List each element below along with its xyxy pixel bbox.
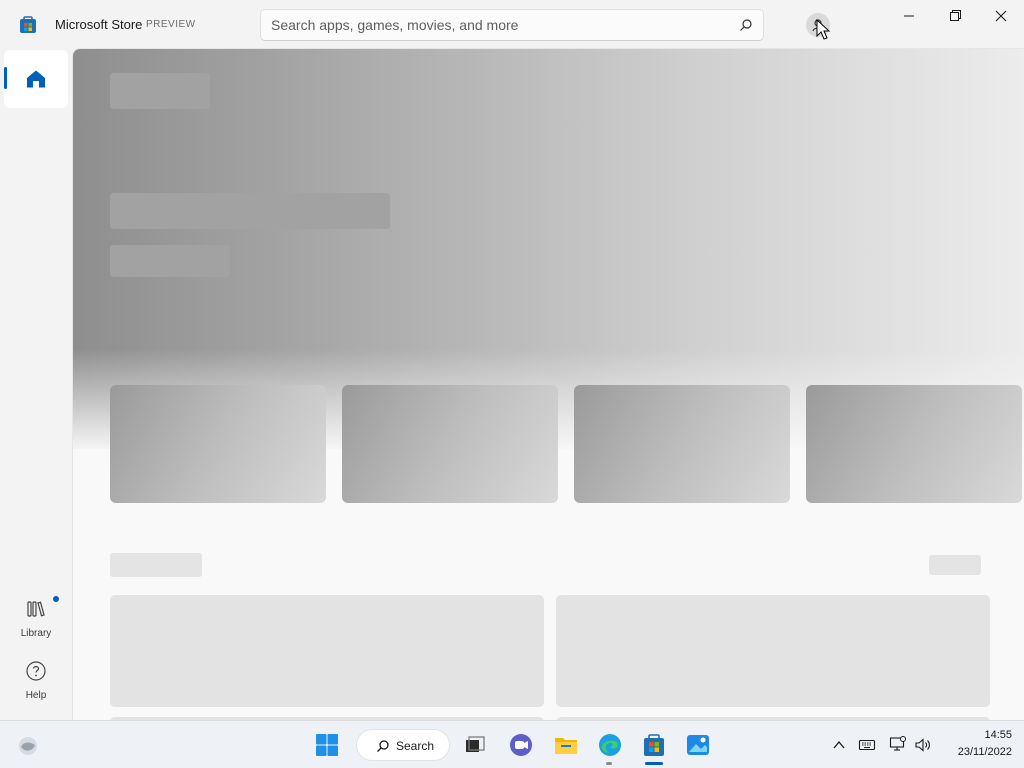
- sidebar: Library Help: [0, 48, 72, 720]
- close-button[interactable]: [978, 0, 1024, 32]
- app-tile-placeholder: [556, 595, 990, 707]
- edge-icon[interactable]: [596, 731, 624, 759]
- clock-time[interactable]: 14:55: [940, 729, 1012, 741]
- taskbar: Search 14:55 23/11/2022: [0, 720, 1024, 768]
- search-icon[interactable]: [739, 18, 753, 32]
- chat-icon[interactable]: [507, 731, 535, 759]
- featured-card-placeholder: [342, 385, 558, 503]
- search-input[interactable]: [271, 10, 731, 40]
- featured-card-placeholder: [110, 385, 326, 503]
- keyboard-icon[interactable]: [858, 737, 876, 753]
- mouse-cursor-icon: [816, 18, 831, 40]
- taskbar-search-button[interactable]: Search: [356, 729, 450, 761]
- main-content: [72, 48, 1024, 720]
- restore-button[interactable]: [932, 0, 978, 32]
- title-bar: Microsoft Store PREVIEW: [0, 0, 1024, 48]
- running-indicator: [606, 762, 612, 765]
- clock-date[interactable]: 23/11/2022: [930, 746, 1012, 758]
- network-icon[interactable]: [889, 735, 907, 753]
- store-logo-icon: [20, 16, 36, 33]
- restore-icon: [950, 10, 961, 21]
- app-tile-placeholder: [110, 595, 544, 707]
- hero-title-placeholder: [110, 193, 390, 229]
- file-explorer-icon[interactable]: [552, 731, 580, 759]
- notification-dot: [53, 596, 59, 602]
- preview-badge: PREVIEW: [146, 19, 196, 30]
- active-indicator: [645, 762, 663, 765]
- featured-card-placeholder: [806, 385, 1022, 503]
- search-icon: [377, 740, 389, 752]
- see-all-placeholder: [929, 555, 981, 575]
- chevron-up-icon[interactable]: [831, 737, 847, 753]
- start-icon[interactable]: [313, 731, 341, 759]
- section-title-placeholder: [110, 553, 202, 577]
- sidebar-item-help[interactable]: Help: [4, 658, 68, 712]
- featured-card-placeholder: [574, 385, 790, 503]
- sidebar-item-label: Help: [25, 690, 47, 701]
- store-icon[interactable]: [640, 731, 668, 759]
- sidebar-item-label: Library: [20, 628, 52, 639]
- library-icon: [27, 601, 45, 617]
- close-icon: [995, 10, 1007, 22]
- minimize-button[interactable]: [886, 0, 932, 32]
- home-icon: [27, 70, 45, 88]
- taskbar-search-label: Search: [396, 739, 435, 753]
- hero-label-placeholder: [110, 73, 210, 109]
- photos-icon[interactable]: [684, 731, 712, 759]
- sidebar-item-library[interactable]: Library: [4, 596, 68, 650]
- search-box[interactable]: [260, 9, 764, 41]
- sidebar-item-home[interactable]: [4, 50, 68, 108]
- selection-indicator: [4, 67, 7, 89]
- help-icon: [26, 661, 46, 681]
- hero-button-placeholder: [110, 245, 230, 277]
- minimize-icon: [904, 15, 914, 17]
- widgets-icon[interactable]: [16, 733, 40, 757]
- taskview-icon[interactable]: [461, 731, 489, 759]
- app-title: Microsoft Store: [55, 17, 143, 32]
